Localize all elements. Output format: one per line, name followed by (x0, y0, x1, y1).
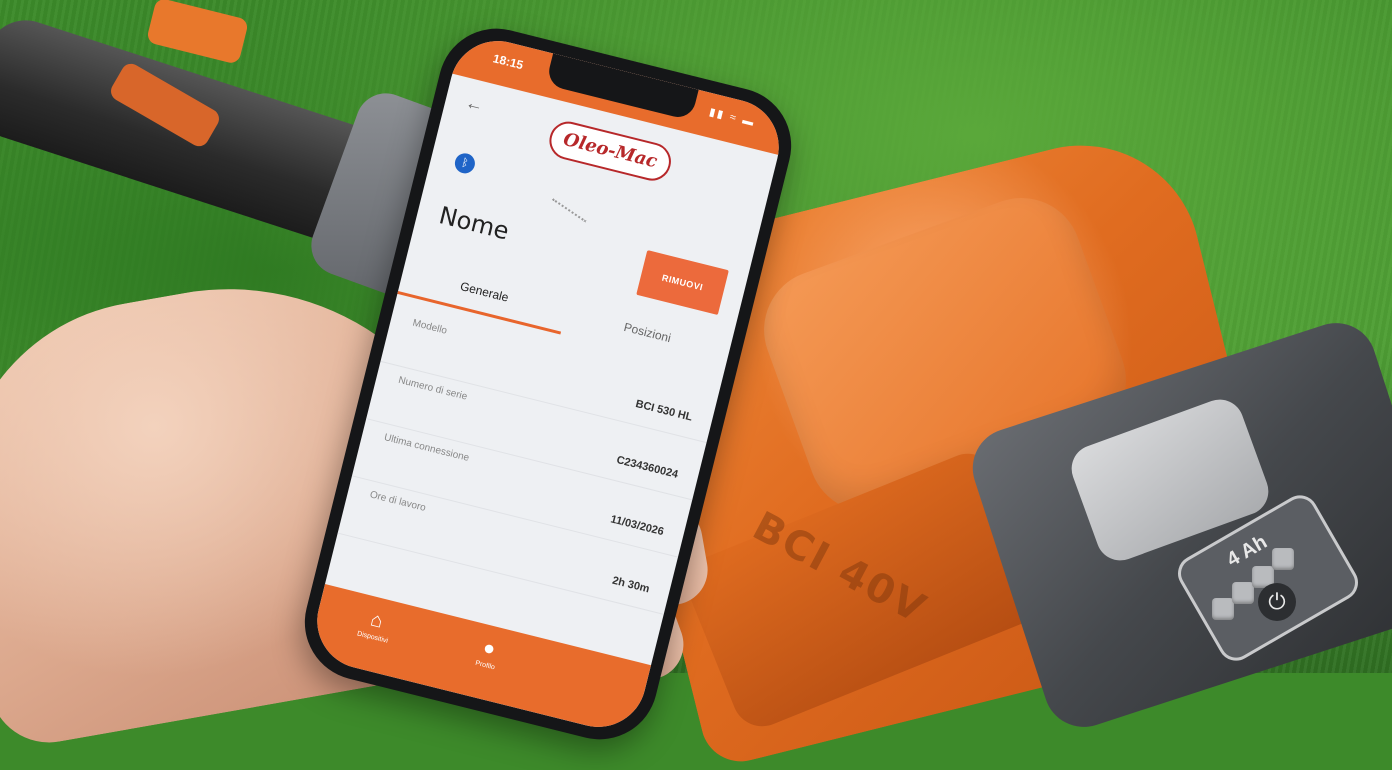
bluetooth-icon: ᛒ (452, 151, 478, 176)
model-label: Modello (411, 317, 449, 337)
battery-led (1272, 548, 1294, 570)
camera-notch (545, 53, 699, 121)
power-icon[interactable]: ⏻ (1258, 583, 1296, 621)
remove-button[interactable]: RIMUOVI (636, 250, 729, 316)
bottom-nav: ⌂ Dispositivi ● Profilo (307, 583, 652, 738)
smartphone: 18:15 ▮▮ ≈ ▬ ← Oleo-Mac ᛒ Nome RIMUOVI G… (292, 16, 804, 752)
nav-item-profile[interactable]: ● Profilo (450, 630, 526, 678)
work-hours-value: 2h 30m (611, 574, 651, 596)
nav-item-devices[interactable]: ⌂ Dispositivi (338, 601, 414, 649)
serial-value: C234360024 (615, 454, 680, 481)
status-time: 18:15 (491, 51, 525, 73)
status-icons: ▮▮ ≈ ▬ (707, 106, 757, 130)
brand-logo: Oleo-Mac (545, 117, 675, 185)
work-hours-label: Ore di lavoro (368, 489, 427, 514)
model-value: BCI 530 HL (634, 397, 694, 424)
phone-screen: 18:15 ▮▮ ≈ ▬ ← Oleo-Mac ᛒ Nome RIMUOVI G… (307, 30, 789, 738)
device-name: Nome (436, 201, 512, 246)
battery-led (1232, 582, 1254, 604)
product-image (552, 181, 598, 223)
last-connection-value: 11/03/2026 (609, 513, 665, 539)
arrow-left-icon[interactable]: ← (463, 92, 485, 117)
battery-led (1212, 598, 1234, 620)
